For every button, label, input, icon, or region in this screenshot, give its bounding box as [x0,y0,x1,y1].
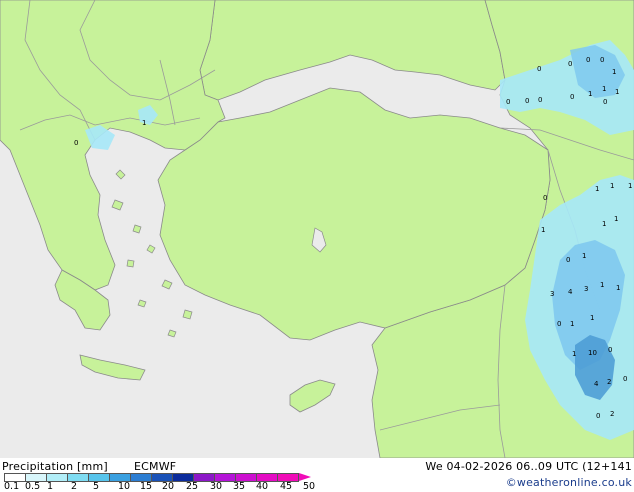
scale-label: 35 [233,481,246,492]
precip-label: 0 [557,320,561,328]
precip-label: 1 [628,182,632,190]
scale-label: 0.1 [4,481,20,492]
precip-label: 1 [572,350,576,358]
precip-label: 1 [614,215,618,223]
precip-label: 1 [588,90,592,98]
precip-label: 1 [142,119,146,127]
precip-label: 0 [537,65,541,73]
precip-label: 1 [582,252,586,260]
scale-label: 1 [47,481,54,492]
precip-label: 0 [538,96,542,104]
precip-label: 4 [568,288,573,296]
scale-label: 50 [303,481,316,492]
precip-label: 4 [594,380,599,388]
scale-label: 20 [162,481,175,492]
precip-label: 0 [596,412,600,420]
scale-label: 30 [210,481,223,492]
legend-title: Precipitation [mm] [2,460,108,473]
precip-label: 1 [595,185,599,193]
precip-label: 2 [610,410,614,418]
precip-label: 1 [541,226,545,234]
precip-label: 0 [608,346,612,354]
precip-label: 0 [623,375,627,383]
precip-label: 1 [602,220,606,228]
map-canvas: 0 0 0 0 1 0 0 0 1 1 1 0 0 1 1 1 1 1 0 1 … [0,0,634,458]
precip-label: 1 [610,182,614,190]
precip-label: 0 [74,139,78,147]
precip-label: 0 [600,56,604,64]
precip-label: 1 [602,85,606,93]
precip-label: 1 [590,314,594,322]
precip-label: 1 [600,281,604,289]
precip-label: 10 [588,349,597,357]
scale-label: 45 [280,481,293,492]
scale-label: 2 [71,481,78,492]
precip-label: 1 [616,284,620,292]
credit-link[interactable]: ©weatheronline.co.uk [506,476,632,489]
scale-label: 40 [256,481,269,492]
precip-label: 0 [525,97,529,105]
scale-label: 25 [186,481,199,492]
forecast-run-info: We 04-02-2026 06..09 UTC (12+141 [425,460,632,473]
precip-label: 0 [570,93,574,101]
scale-label: 10 [118,481,131,492]
precip-label: 1 [612,68,616,76]
scale-label: 0.5 [25,481,41,492]
scale-label: 15 [140,481,153,492]
precip-label: 1 [615,88,619,96]
precip-label: 3 [550,290,554,298]
precip-label: 0 [586,56,590,64]
precip-label: 0 [568,60,572,68]
precip-label: 0 [506,98,510,106]
precip-label: 0 [603,98,607,106]
precip-label: 2 [607,378,611,386]
model-name: ECMWF [134,460,177,473]
precipitation-map: 0 0 0 0 1 0 0 0 1 1 1 0 0 1 1 1 1 1 0 1 … [0,0,634,458]
precip-label: 0 [543,194,547,202]
precip-label: 1 [570,320,574,328]
precip-label: 3 [584,285,588,293]
precip-label: 0 [566,256,570,264]
scale-label: 5 [93,481,100,492]
scale-arrow [299,473,311,481]
